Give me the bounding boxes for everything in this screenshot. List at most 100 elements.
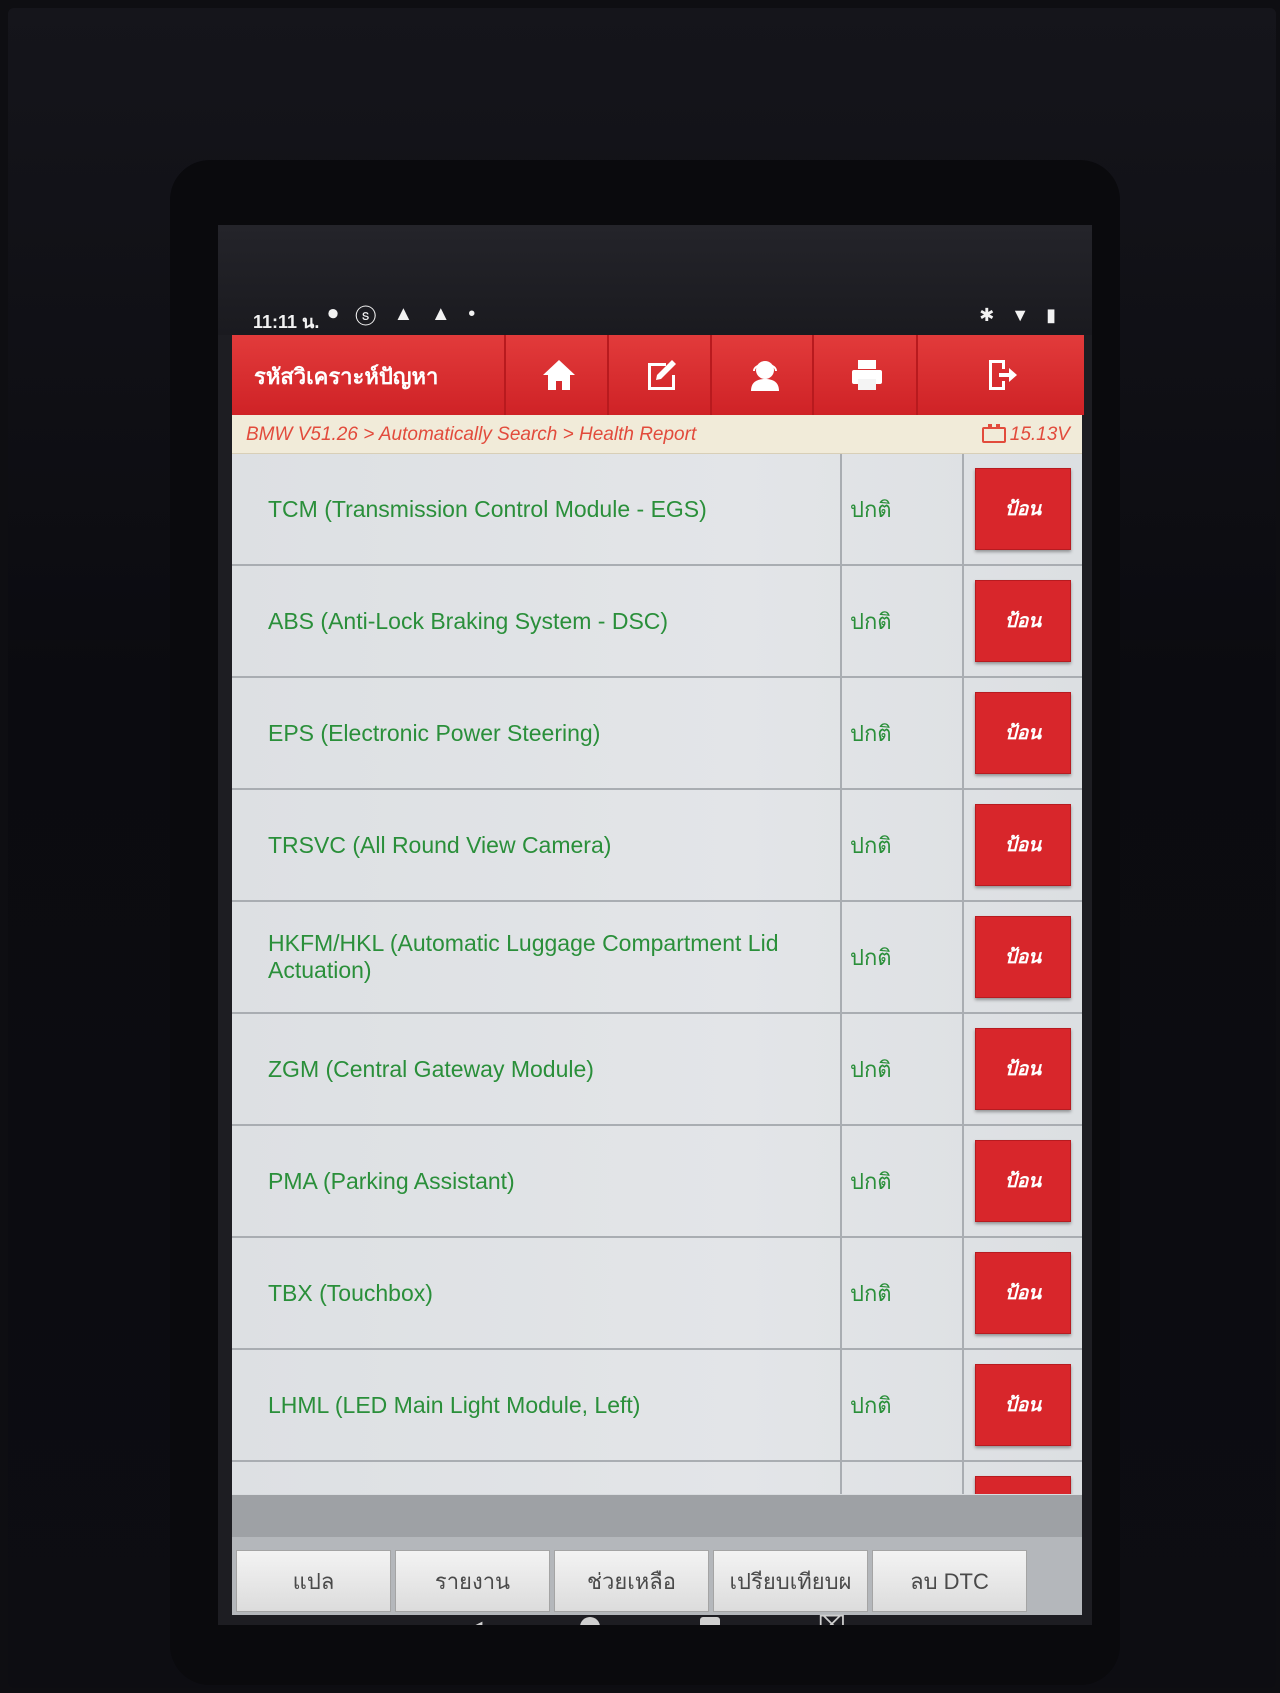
- module-action-cell: ป้อน: [964, 1126, 1082, 1236]
- table-row: TBX (Touchbox) ปกติ ป้อน: [232, 1238, 1082, 1350]
- module-action-cell: [964, 1462, 1082, 1494]
- print-icon: [852, 360, 882, 390]
- module-action-cell: ป้อน: [964, 902, 1082, 1012]
- tablet-screen: 11:11 น. ⏺ ⓢ ▲ ▲ • ✱ ▼ ▮ รหัสวิเคราะห์ปั…: [218, 225, 1092, 1625]
- module-action-cell: ป้อน: [964, 678, 1082, 788]
- enter-button[interactable]: ป้อน: [975, 1028, 1071, 1110]
- module-name: ZGM (Central Gateway Module): [268, 1055, 594, 1082]
- module-name-cell: ZGM (Central Gateway Module): [232, 1014, 842, 1124]
- module-status: ปกติ: [850, 496, 892, 522]
- enter-button[interactable]: ป้อน: [975, 1252, 1071, 1334]
- enter-button[interactable]: ป้อน: [975, 916, 1071, 998]
- module-status: ปกติ: [850, 1168, 892, 1194]
- enter-button[interactable]: ป้อน: [975, 1140, 1071, 1222]
- table-row: TRSVC (All Round View Camera) ปกติ ป้อน: [232, 790, 1082, 902]
- module-name: EPS (Electronic Power Steering): [268, 719, 601, 746]
- module-name-cell: TCM (Transmission Control Module - EGS): [232, 454, 842, 564]
- module-status: ปกติ: [850, 944, 892, 970]
- module-action-cell: ป้อน: [964, 1238, 1082, 1348]
- app-header: รหัสวิเคราะห์ปัญหา: [232, 335, 1084, 415]
- report-button[interactable]: รายงาน: [395, 1550, 550, 1612]
- module-status: ปกติ: [850, 832, 892, 858]
- module-action-cell: ป้อน: [964, 454, 1082, 564]
- module-action-cell: ป้อน: [964, 1350, 1082, 1460]
- module-name: ABS (Anti-Lock Braking System - DSC): [268, 607, 669, 634]
- enter-button[interactable]: ป้อน: [975, 804, 1071, 886]
- module-name: HKFM/HKL (Automatic Luggage Compartment …: [268, 930, 779, 983]
- back-icon[interactable]: ◀: [464, 1615, 482, 1625]
- table-row-partial: [232, 1462, 1082, 1494]
- help-button[interactable]: ช่วยเหลือ: [554, 1550, 709, 1612]
- module-name-cell: ABS (Anti-Lock Braking System - DSC): [232, 566, 842, 676]
- module-status: ปกติ: [850, 608, 892, 634]
- enter-button[interactable]: ป้อน: [975, 692, 1071, 774]
- table-row: TCM (Transmission Control Module - EGS) …: [232, 454, 1082, 566]
- compare-button[interactable]: เปรียบเทียบผ: [713, 1550, 868, 1612]
- table-row: ZGM (Central Gateway Module) ปกติ ป้อน: [232, 1014, 1082, 1126]
- table-row: PMA (Parking Assistant) ปกติ ป้อน: [232, 1126, 1082, 1238]
- module-status-cell: [842, 1462, 964, 1494]
- breadcrumb-bar: BMW V51.26 > Automatically Search > Heal…: [232, 415, 1082, 454]
- screenshot-icon[interactable]: ⌧: [818, 1611, 846, 1625]
- battery-icon: [981, 424, 1006, 443]
- exit-icon: [989, 360, 1017, 390]
- enter-button[interactable]: ป้อน: [975, 468, 1071, 550]
- module-status-cell: ปกติ: [842, 454, 964, 564]
- home-icon: [543, 360, 575, 390]
- bottom-bar-shade: [232, 1495, 1082, 1537]
- edit-button[interactable]: [607, 335, 715, 415]
- support-icon: [751, 361, 779, 391]
- recent-apps-icon[interactable]: [700, 1617, 720, 1625]
- android-nav-bar: ◀ ⌧: [218, 1605, 1092, 1625]
- module-name-cell: LHML (LED Main Light Module, Left): [232, 1350, 842, 1460]
- table-row: HKFM/HKL (Automatic Luggage Compartment …: [232, 902, 1082, 1014]
- app-title: รหัสวิเคราะห์ปัญหา: [254, 364, 439, 389]
- breadcrumb: BMW V51.26 > Automatically Search > Heal…: [246, 424, 697, 445]
- module-status-cell: ปกติ: [842, 1014, 964, 1124]
- diagnostic-app: รหัสวิเคราะห์ปัญหา BMW V51.26 > Automati…: [232, 335, 1084, 1615]
- module-name: TBX (Touchbox): [268, 1279, 433, 1306]
- module-status: ปกติ: [850, 1392, 892, 1418]
- table-row: EPS (Electronic Power Steering) ปกติ ป้อ…: [232, 678, 1082, 790]
- exit-button[interactable]: [916, 335, 1084, 415]
- battery-voltage: 15.13V: [981, 424, 1070, 446]
- module-status-cell: ปกติ: [842, 566, 964, 676]
- module-status: ปกติ: [850, 720, 892, 746]
- module-name-cell: [232, 1462, 842, 1494]
- clear-dtc-button[interactable]: ลบ DTC: [872, 1550, 1027, 1612]
- module-status-cell: ปกติ: [842, 1126, 964, 1236]
- module-name: TCM (Transmission Control Module - EGS): [268, 495, 707, 522]
- module-name-cell: PMA (Parking Assistant): [232, 1126, 842, 1236]
- enter-button[interactable]: ป้อน: [975, 580, 1071, 662]
- enter-button-partial[interactable]: [975, 1476, 1071, 1494]
- module-status-cell: ปกติ: [842, 1238, 964, 1348]
- module-status: ปกติ: [850, 1056, 892, 1082]
- module-status-cell: ปกติ: [842, 1350, 964, 1460]
- home-nav-icon[interactable]: [580, 1617, 600, 1625]
- status-bar: 11:11 น. ⏺ ⓢ ▲ ▲ • ✱ ▼ ▮: [218, 225, 1092, 335]
- home-button[interactable]: [504, 335, 612, 415]
- bottom-action-bar: แปล รายงาน ช่วยเหลือ เปรียบเทียบผ ลบ DTC: [232, 1495, 1082, 1615]
- module-name-cell: TBX (Touchbox): [232, 1238, 842, 1348]
- module-name-cell: TRSVC (All Round View Camera): [232, 790, 842, 900]
- module-action-cell: ป้อน: [964, 1014, 1082, 1124]
- enter-button[interactable]: ป้อน: [975, 1364, 1071, 1446]
- support-button[interactable]: [710, 335, 818, 415]
- system-status-icons: ✱ ▼ ▮: [979, 305, 1062, 325]
- module-name-cell: HKFM/HKL (Automatic Luggage Compartment …: [232, 902, 842, 1012]
- notification-icons: ⏺ ⓢ ▲ ▲ •: [328, 303, 482, 325]
- table-row: LHML (LED Main Light Module, Left) ปกติ …: [232, 1350, 1082, 1462]
- edit-icon: [648, 360, 676, 390]
- module-name-cell: EPS (Electronic Power Steering): [232, 678, 842, 788]
- module-list: TCM (Transmission Control Module - EGS) …: [232, 454, 1082, 1494]
- print-button[interactable]: [812, 335, 920, 415]
- voltage-value: 15.13V: [1009, 424, 1070, 445]
- module-action-cell: ป้อน: [964, 566, 1082, 676]
- module-status-cell: ปกติ: [842, 902, 964, 1012]
- module-status-cell: ปกติ: [842, 678, 964, 788]
- table-row: ABS (Anti-Lock Braking System - DSC) ปกต…: [232, 566, 1082, 678]
- status-time: 11:11 น.: [253, 312, 320, 332]
- translate-button[interactable]: แปล: [236, 1550, 391, 1612]
- module-action-cell: ป้อน: [964, 790, 1082, 900]
- module-name: PMA (Parking Assistant): [268, 1167, 515, 1194]
